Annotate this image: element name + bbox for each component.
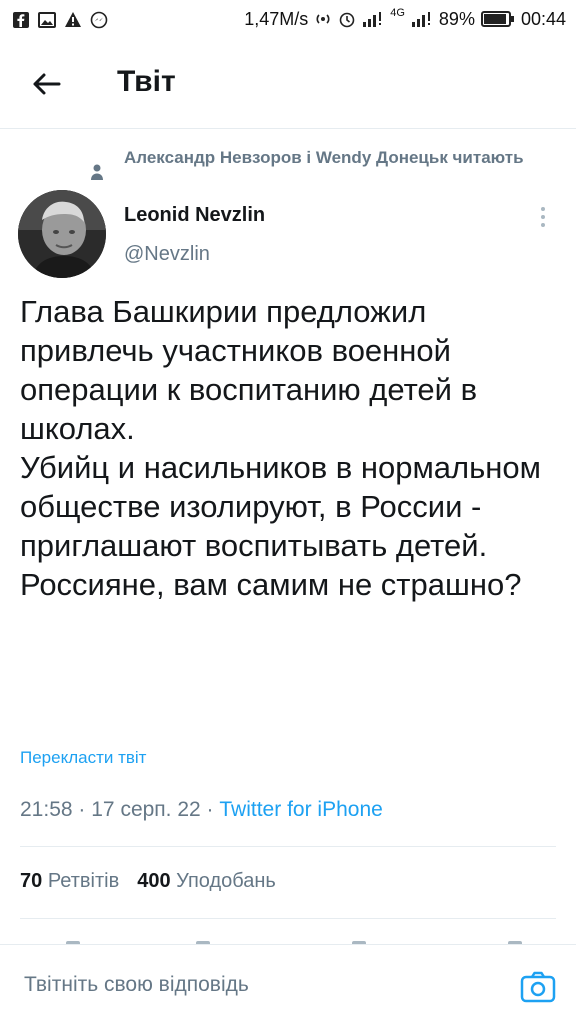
likes-stat[interactable]: 400 Уподобань bbox=[137, 870, 276, 892]
retweets-count: 70 bbox=[20, 870, 43, 892]
social-context[interactable]: Александр Невзоров і Wendy Донецьк читаю… bbox=[124, 145, 544, 171]
gallery-icon bbox=[38, 12, 56, 28]
more-vertical-icon[interactable] bbox=[530, 204, 556, 230]
divider bbox=[20, 918, 556, 919]
camera-icon[interactable] bbox=[518, 967, 558, 1007]
reply-bar: Твітніть свою відповідь bbox=[0, 944, 576, 1025]
translate-link[interactable]: Перекласти твіт bbox=[20, 748, 146, 768]
engagement-stats: 70 Ретвітів 400 Уподобань bbox=[20, 870, 276, 893]
tweet-meta: 21:58 · 17 серп. 22 · Twitter for iPhone bbox=[20, 798, 383, 822]
tweet-source[interactable]: Twitter for iPhone bbox=[219, 798, 382, 821]
notification-icons bbox=[12, 8, 108, 32]
clock: 00:44 bbox=[520, 8, 566, 29]
network-type: 4G bbox=[390, 7, 405, 19]
status-bar: 1,47M/s 4G 89% 00:44 bbox=[0, 0, 576, 40]
likes-count: 400 bbox=[137, 870, 171, 892]
likes-label: Уподобань bbox=[176, 870, 276, 892]
top-app-bar: Твіт bbox=[0, 40, 576, 129]
person-icon bbox=[91, 164, 103, 180]
avatar[interactable] bbox=[18, 190, 106, 278]
signal-2-icon bbox=[411, 12, 430, 27]
tweet-time: 21:58 bbox=[20, 798, 73, 821]
retweets-stat[interactable]: 70 Ретвітів bbox=[20, 870, 119, 892]
back-button[interactable] bbox=[24, 62, 68, 106]
network-speed: 1,47M/s bbox=[244, 8, 309, 29]
alarm-icon bbox=[339, 12, 355, 28]
battery-icon bbox=[480, 11, 514, 27]
system-status: 1,47M/s 4G 89% 00:44 bbox=[244, 6, 566, 32]
tweet-text: Глава Башкирии предложил привлечь участн… bbox=[20, 294, 541, 602]
messenger-icon bbox=[90, 11, 108, 29]
signal-icon bbox=[363, 12, 382, 27]
author-handle[interactable]: @Nevzlin bbox=[124, 243, 210, 266]
warning-icon bbox=[65, 12, 81, 27]
divider bbox=[20, 846, 556, 847]
author-name[interactable]: Leonid Nevzlin bbox=[124, 204, 265, 227]
meta-separator: · bbox=[206, 798, 214, 821]
reply-input[interactable]: Твітніть свою відповідь bbox=[24, 973, 249, 997]
profile-photo bbox=[18, 190, 106, 278]
retweets-label: Ретвітів bbox=[47, 870, 120, 892]
hotspot-icon bbox=[316, 14, 330, 24]
battery-percent: 89% bbox=[438, 8, 475, 29]
meta-separator: · bbox=[78, 798, 86, 821]
facebook-icon bbox=[13, 12, 29, 28]
arrow-left-icon bbox=[33, 73, 61, 95]
page-title: Твіт bbox=[117, 65, 176, 98]
tweet-date: 17 серп. 22 bbox=[91, 798, 201, 821]
